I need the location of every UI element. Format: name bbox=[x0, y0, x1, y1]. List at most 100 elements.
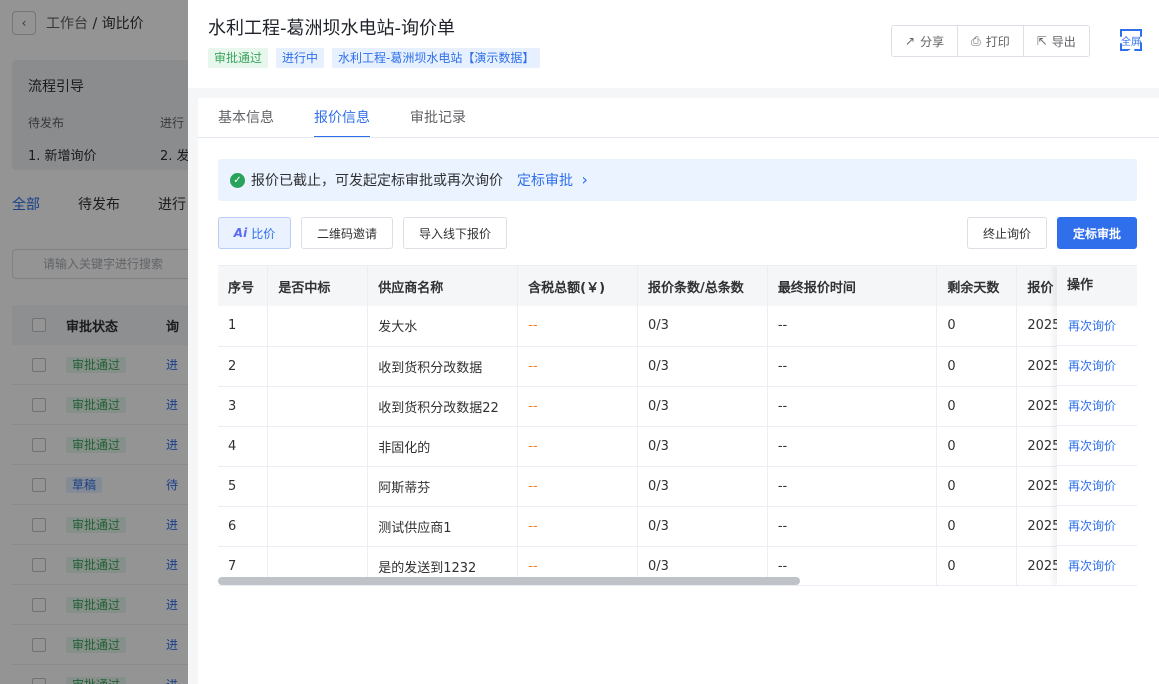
row-amount: -- bbox=[517, 426, 638, 467]
row-days-left: 0 bbox=[936, 466, 1018, 507]
print-button[interactable]: ⎙ 打印 bbox=[958, 26, 1024, 56]
row-count: 0/3 bbox=[637, 306, 768, 347]
re-inquiry-link[interactable]: 再次询价 bbox=[1057, 346, 1137, 386]
row-last-quote-time: -- bbox=[767, 506, 938, 547]
print-label: 打印 bbox=[985, 34, 1010, 49]
col-amount: 含税总额(￥) bbox=[517, 266, 638, 306]
row-last-quote-time: -- bbox=[767, 426, 938, 467]
horizontal-scrollbar[interactable] bbox=[218, 577, 800, 585]
row-won bbox=[267, 346, 369, 387]
row-index: 4 bbox=[218, 426, 269, 467]
row-won bbox=[267, 466, 369, 507]
row-amount: -- bbox=[517, 306, 638, 347]
drawer-header: 水利工程-葛洲坝水电站-询价单 审批通过 进行中 水利工程-葛洲坝水电站【演示数… bbox=[188, 0, 1159, 88]
check-circle-icon: ✓ bbox=[230, 172, 245, 188]
row-last-quote-time: -- bbox=[767, 346, 938, 387]
table-row: 3 收到货积分改数据22 -- 0/3 -- 0 2025 bbox=[218, 386, 1137, 427]
re-inquiry-link[interactable]: 再次询价 bbox=[1057, 426, 1137, 466]
alert-text: 报价已截止，可发起定标审批或再次询价 bbox=[251, 173, 503, 189]
row-days-left: 0 bbox=[936, 386, 1018, 427]
re-inquiry-link[interactable]: 再次询价 bbox=[1057, 546, 1137, 585]
col-count: 报价条数/总条数 bbox=[637, 266, 768, 306]
row-days-left: 0 bbox=[936, 346, 1018, 387]
tab-basic-info[interactable]: 基本信息 bbox=[218, 98, 274, 138]
row-supplier: 收到货积分改数据 bbox=[367, 346, 519, 387]
table-header-row: 序号 是否中标 供应商名称 含税总额(￥) 报价条数/总条数 最终报价时间 剩余… bbox=[218, 266, 1137, 306]
tab-approval-records[interactable]: 审批记录 bbox=[410, 98, 466, 138]
row-supplier: 发大水 bbox=[367, 306, 519, 347]
deadline-alert: ✓ 报价已截止，可发起定标审批或再次询价 定标审批 › bbox=[218, 159, 1137, 201]
ai-compare-button[interactable]: Ai 比价 bbox=[218, 217, 291, 249]
row-index: 1 bbox=[218, 306, 269, 347]
row-index: 6 bbox=[218, 506, 269, 547]
export-button[interactable]: ⇱ 导出 bbox=[1023, 26, 1089, 56]
quote-table-grid: 序号 是否中标 供应商名称 含税总额(￥) 报价条数/总条数 最终报价时间 剩余… bbox=[218, 266, 1137, 585]
row-amount: -- bbox=[517, 386, 638, 427]
printer-icon: ⎙ bbox=[971, 33, 981, 48]
export-icon: ⇱ bbox=[1036, 34, 1047, 48]
inquiry-drawer: 水利工程-葛洲坝水电站-询价单 审批通过 进行中 水利工程-葛洲坝水电站【演示数… bbox=[188, 0, 1159, 684]
award-approval-button[interactable]: 定标审批 bbox=[1057, 217, 1137, 249]
re-inquiry-link[interactable]: 再次询价 bbox=[1057, 386, 1137, 426]
table-row: 6 测试供应商1 -- 0/3 -- 0 2025 bbox=[218, 506, 1137, 547]
award-approval-link-label: 定标审批 bbox=[517, 173, 573, 189]
share-button[interactable]: ↗ 分享 bbox=[892, 26, 959, 56]
row-days-left: 0 bbox=[936, 506, 1018, 547]
table-row: 1 发大水 -- 0/3 -- 0 2025 bbox=[218, 306, 1137, 347]
col-days-left: 剩余天数 bbox=[936, 266, 1018, 306]
row-won bbox=[267, 426, 369, 467]
tab-quote-info[interactable]: 报价信息 bbox=[314, 98, 370, 138]
share-label: 分享 bbox=[920, 34, 945, 49]
row-days-left: 0 bbox=[936, 426, 1018, 467]
row-index: 2 bbox=[218, 346, 269, 387]
col-won: 是否中标 bbox=[267, 266, 369, 306]
row-won bbox=[267, 506, 369, 547]
chevron-right-icon: › bbox=[581, 170, 588, 189]
col-last-quote-time: 最终报价时间 bbox=[767, 266, 938, 306]
drawer-tags: 审批通过 进行中 水利工程-葛洲坝水电站【演示数据】 bbox=[208, 48, 541, 68]
table-row: 5 阿斯蒂芬 -- 0/3 -- 0 2025 bbox=[218, 466, 1137, 507]
qrcode-invite-button[interactable]: 二维码邀请 bbox=[301, 217, 393, 249]
table-row: 4 非固化的 -- 0/3 -- 0 2025 bbox=[218, 426, 1137, 467]
re-inquiry-link[interactable]: 再次询价 bbox=[1057, 306, 1137, 346]
drawer-content: 基本信息 报价信息 审批记录 ✓ 报价已截止，可发起定标审批或再次询价 定标审批… bbox=[198, 98, 1159, 684]
col-index: 序号 bbox=[218, 266, 269, 306]
row-index: 3 bbox=[218, 386, 269, 427]
project-badge: 水利工程-葛洲坝水电站【演示数据】 bbox=[332, 48, 541, 68]
fullscreen-button[interactable]: 全屏 bbox=[1120, 29, 1142, 51]
re-inquiry-link[interactable]: 再次询价 bbox=[1057, 466, 1137, 506]
re-inquiry-link[interactable]: 再次询价 bbox=[1057, 506, 1137, 546]
status-badge: 审批通过 bbox=[208, 48, 269, 68]
table-row: 2 收到货积分改数据 -- 0/3 -- 0 2025 bbox=[218, 346, 1137, 387]
terminate-inquiry-button[interactable]: 终止询价 bbox=[967, 217, 1047, 249]
operation-column: 操作 再次询价 再次询价 再次询价 再次询价 再次询价 再次询价 再次询价 bbox=[1057, 266, 1137, 585]
detail-tabs: 基本信息 报价信息 审批记录 bbox=[218, 98, 466, 138]
row-supplier: 非固化的 bbox=[367, 426, 519, 467]
import-offline-quote-button[interactable]: 导入线下报价 bbox=[403, 217, 507, 249]
ai-icon: Ai bbox=[233, 226, 248, 240]
row-amount: -- bbox=[517, 506, 638, 547]
row-days-left: 0 bbox=[936, 306, 1018, 347]
col-operation: 操作 bbox=[1057, 266, 1137, 306]
row-count: 0/3 bbox=[637, 506, 768, 547]
row-count: 0/3 bbox=[637, 346, 768, 387]
tabs-divider bbox=[198, 137, 1159, 138]
award-approval-link[interactable]: 定标审批 › bbox=[517, 170, 588, 190]
header-action-group: ↗ 分享 ⎙ 打印 ⇱ 导出 bbox=[891, 25, 1090, 57]
row-supplier: 收到货积分改数据22 bbox=[367, 386, 519, 427]
row-won bbox=[267, 306, 369, 347]
row-supplier: 测试供应商1 bbox=[367, 506, 519, 547]
row-days-left: 0 bbox=[936, 546, 1018, 585]
row-last-quote-time: -- bbox=[767, 466, 938, 507]
row-count: 0/3 bbox=[637, 386, 768, 427]
row-amount: -- bbox=[517, 466, 638, 507]
share-icon: ↗ bbox=[905, 34, 916, 48]
col-supplier: 供应商名称 bbox=[367, 266, 519, 306]
export-label: 导出 bbox=[1051, 34, 1076, 49]
drawer-title: 水利工程-葛洲坝水电站-询价单 bbox=[208, 18, 455, 39]
row-won bbox=[267, 386, 369, 427]
row-amount: -- bbox=[517, 346, 638, 387]
row-index: 5 bbox=[218, 466, 269, 507]
ai-compare-label: 比价 bbox=[251, 226, 276, 241]
row-supplier: 阿斯蒂芬 bbox=[367, 466, 519, 507]
